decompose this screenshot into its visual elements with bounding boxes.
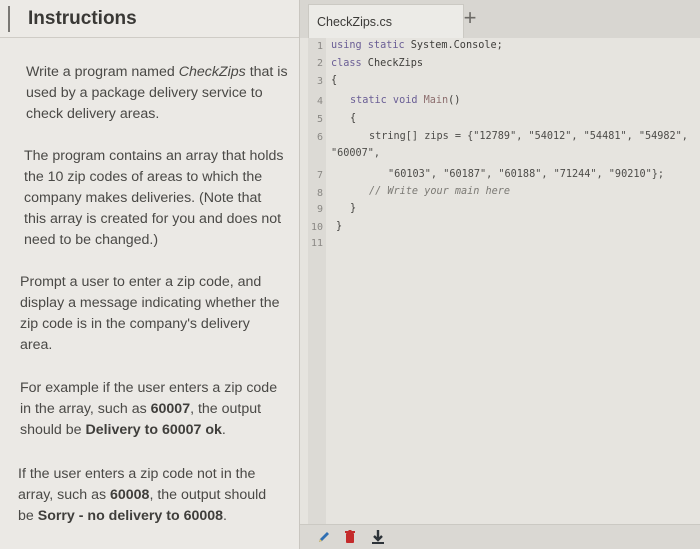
code-line-6: string[] zips = {"12789", "54012", "5448… [369, 131, 688, 142]
code-line-10: } [336, 221, 343, 232]
code-line-5: { [350, 113, 357, 124]
code-editor-panel: CheckZips.cs + 1 2 3 4 5 6 7 8 9 10 11 u… [300, 0, 700, 549]
instructions-panel: Instructions Write a program named Check… [0, 0, 300, 549]
code-line-8: // Write your main here [369, 186, 511, 197]
line-number: 2 [316, 58, 323, 69]
code-function-name: Main [417, 95, 449, 106]
code-line-6-wrap: "60007", [331, 148, 381, 159]
code-text: () [448, 95, 461, 106]
line-number: 9 [316, 204, 323, 215]
instructions-header: Instructions [0, 0, 299, 38]
line-number: 6 [316, 132, 323, 143]
file-tab-checkzips[interactable]: CheckZips.cs [308, 4, 464, 38]
instruction-paragraph-5: If the user enters a zip code not in the… [18, 464, 280, 527]
code-keyword: using static [331, 40, 405, 51]
p5-output-example: Sorry - no delivery to 60008 [37, 508, 224, 524]
line-number: 8 [316, 188, 323, 199]
p1-program-name: CheckZips [178, 64, 246, 80]
editor-toolbar [300, 524, 700, 549]
code-line-9: } [350, 203, 357, 214]
code-line-3: { [331, 75, 338, 86]
line-number-gutter [308, 38, 326, 524]
pencil-icon[interactable] [316, 529, 332, 545]
line-number: 3 [316, 76, 323, 87]
instructions-body: Write a program named CheckZips that is … [0, 38, 300, 549]
line-number: 1 [316, 41, 323, 52]
p4-text-e: . [221, 422, 226, 438]
add-tab-button[interactable]: + [458, 4, 482, 34]
p4-output-example: Delivery to 60007 ok [85, 422, 222, 438]
instruction-paragraph-4: For example if the user enters a zip cod… [20, 378, 282, 441]
code-line-1: using static System.Console; [331, 40, 503, 51]
code-text-area[interactable]: 1 2 3 4 5 6 7 8 9 10 11 using static Sys… [300, 38, 700, 524]
p4-zip-example: 60007 [150, 401, 191, 417]
line-number: 11 [310, 238, 323, 249]
instruction-paragraph-2: The program contains an array that holds… [24, 148, 284, 248]
instructions-title: Instructions [28, 8, 137, 29]
line-number: 7 [316, 170, 323, 181]
p5-text-e: . [223, 508, 227, 524]
code-keyword: class [331, 58, 362, 69]
line-number: 4 [316, 96, 323, 107]
line-number: 5 [316, 114, 323, 125]
file-tab-label: CheckZips.cs [317, 15, 393, 29]
code-keyword: static void [350, 95, 418, 106]
code-line-2: class CheckZips [331, 58, 423, 69]
code-line-7: "60103", "60187", "60188", "71244", "902… [388, 169, 665, 180]
p1-text-a: Write a program named [26, 64, 179, 80]
instruction-paragraph-1: Write a program named CheckZips that is … [26, 62, 288, 125]
line-number: 10 [310, 222, 323, 233]
code-text: CheckZips [361, 58, 424, 69]
code-line-4: static void Main() [350, 95, 460, 106]
instruction-paragraph-3: Prompt a user to enter a zip code, and d… [20, 274, 280, 353]
code-text: System.Console; [404, 40, 503, 51]
download-icon[interactable] [370, 529, 386, 545]
trash-icon[interactable] [342, 529, 358, 545]
panel-divider-marker [8, 6, 10, 32]
p5-zip-example: 60008 [110, 487, 150, 503]
editor-tab-bar: CheckZips.cs + [300, 0, 700, 38]
